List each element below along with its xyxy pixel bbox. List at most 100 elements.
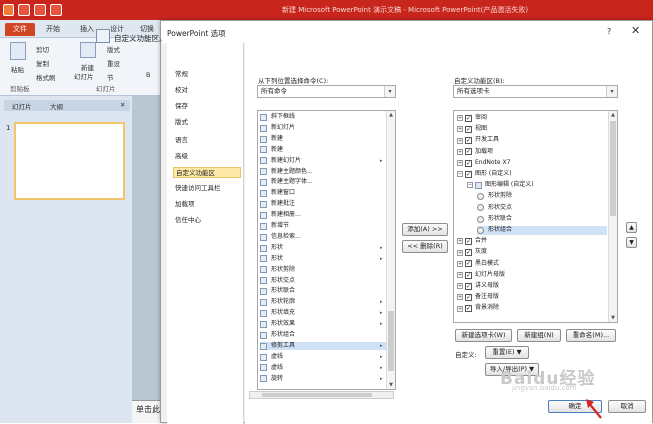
checkbox-icon[interactable]: ✓ xyxy=(465,293,472,301)
ribbon-tree-item[interactable]: − ✓ 图形 (自定义) xyxy=(457,170,607,179)
expand-toggle-icon[interactable]: + xyxy=(457,294,463,301)
command-list-item[interactable]: 形状轮廓 ▸ xyxy=(260,298,386,307)
section-button[interactable]: 节 xyxy=(107,72,114,82)
checkbox-icon[interactable]: ✓ xyxy=(465,249,472,257)
reset-dropdown-button[interactable]: 重置(E) ▼ xyxy=(485,346,529,359)
expand-toggle-icon[interactable]: + xyxy=(457,238,463,245)
command-list-item[interactable]: 形状填充 ▸ xyxy=(260,309,386,318)
scroll-down-icon[interactable]: ▼ xyxy=(387,381,395,389)
copy-button[interactable]: 复制 xyxy=(36,58,49,68)
ribbon-tree-item[interactable]: + ✓ 黑白模式 xyxy=(457,260,607,269)
nav-item[interactable]: 高级 xyxy=(173,151,241,162)
ribbon-tree-item[interactable]: + ✓ 背景消除 xyxy=(457,304,607,313)
checkbox-icon[interactable]: ✓ xyxy=(465,260,472,268)
hscroll-thumb[interactable] xyxy=(262,393,372,397)
checkbox-icon[interactable]: ✓ xyxy=(465,170,472,178)
expand-toggle-icon[interactable]: + xyxy=(457,115,463,122)
command-list-item[interactable]: 信息检索... xyxy=(260,233,386,242)
undo-icon[interactable] xyxy=(34,4,46,16)
nav-item[interactable]: 快速访问工具栏 xyxy=(173,183,241,194)
chevron-down-icon[interactable]: ▾ xyxy=(384,86,395,97)
new-tab-button[interactable]: 新建选项卡(W) xyxy=(455,329,512,342)
rename-button[interactable]: 重命名(M)... xyxy=(566,329,616,342)
tab-insert[interactable]: 插入 xyxy=(80,23,94,36)
command-list-item[interactable]: 修剪工具 ▸ xyxy=(260,341,386,351)
expand-toggle-icon[interactable]: + xyxy=(457,305,463,312)
ribbon-tree-item[interactable]: − 图形编辑 (自定义) xyxy=(467,181,607,190)
command-list-item[interactable]: 形状 ▸ xyxy=(260,255,386,264)
ribbon-tree-item[interactable]: + ✓ 讲义母版 xyxy=(457,282,607,291)
customize-ribbon-combo[interactable]: 所有选项卡 ▾ xyxy=(453,85,618,98)
ribbon-tree-item[interactable]: + ✓ 加载项 xyxy=(457,148,607,157)
command-list-item[interactable]: 新建主题颜色... xyxy=(260,168,386,177)
slide-thumbnail[interactable] xyxy=(14,122,125,200)
command-list-item[interactable]: 虚线 ▸ xyxy=(260,353,386,362)
command-list-item[interactable]: 新幻灯片 xyxy=(260,124,386,133)
ribbon-tree-item[interactable]: + ✓ 幻灯片母版 xyxy=(457,271,607,280)
cancel-button[interactable]: 取消 xyxy=(608,400,646,413)
tab-outline[interactable]: 大纲 xyxy=(50,101,63,111)
panel-close-icon[interactable]: ✕ xyxy=(120,101,125,109)
command-list-item[interactable]: 形状 ▸ xyxy=(260,244,386,253)
scroll-thumb[interactable] xyxy=(388,311,394,371)
ribbon-tree-item[interactable]: + ✓ 备注母版 xyxy=(457,293,607,302)
cut-button[interactable]: 剪切 xyxy=(36,44,49,54)
command-list-item[interactable]: 新建批注 xyxy=(260,200,386,209)
nav-item[interactable]: 加载项 xyxy=(173,199,241,210)
tree-scrollbar[interactable]: ▲ ▼ xyxy=(608,111,617,322)
ribbon-tree-item[interactable]: + ✓ 合并 xyxy=(457,237,607,246)
command-list-item[interactable]: 新建相册... xyxy=(260,211,386,220)
command-list-item[interactable]: 新增节 xyxy=(260,222,386,231)
checkbox-icon[interactable]: ✓ xyxy=(465,305,472,313)
command-list-item[interactable]: 形状效果 ▸ xyxy=(260,320,386,329)
checkbox-icon[interactable]: ✓ xyxy=(465,114,472,122)
add-button[interactable]: 添加(A) >> xyxy=(402,223,448,236)
command-list-item[interactable]: 形状交点 xyxy=(260,277,386,286)
command-list-item[interactable]: 斜下框线 xyxy=(260,113,386,122)
new-slide-label-2[interactable]: 幻灯片 xyxy=(74,71,94,81)
nav-item[interactable]: 语言 xyxy=(173,135,241,146)
scroll-up-icon[interactable]: ▲ xyxy=(609,111,617,119)
ribbon-tree-item[interactable]: + ✓ EndNote X7 xyxy=(457,159,607,168)
expand-toggle-icon[interactable]: − xyxy=(467,182,473,189)
expand-toggle-icon[interactable]: + xyxy=(457,137,463,144)
save-icon[interactable] xyxy=(18,4,30,16)
checkbox-icon[interactable]: ✓ xyxy=(465,237,472,245)
tab-home[interactable]: 开始 xyxy=(46,23,60,36)
command-list-item[interactable]: 形状组合 xyxy=(260,331,386,340)
tab-file[interactable]: 文件 xyxy=(5,23,35,36)
scroll-thumb[interactable] xyxy=(610,121,616,216)
expand-toggle-icon[interactable]: + xyxy=(457,260,463,267)
bold-button[interactable]: B xyxy=(146,71,150,79)
checkbox-icon[interactable]: ✓ xyxy=(465,271,472,279)
ribbon-tree-item[interactable]: 形状交点 xyxy=(477,204,607,213)
command-list-item[interactable]: 新建 xyxy=(260,146,386,155)
nav-item[interactable]: 自定义功能区 xyxy=(173,167,241,178)
expand-toggle-icon[interactable]: + xyxy=(457,148,463,155)
command-list-item[interactable]: 形状剪除 xyxy=(260,266,386,275)
expand-toggle-icon[interactable]: + xyxy=(457,160,463,167)
new-group-button[interactable]: 新建组(N) xyxy=(517,329,561,342)
expand-toggle-icon[interactable]: + xyxy=(457,126,463,133)
help-button[interactable]: ? xyxy=(607,27,611,36)
remove-button[interactable]: << 删除(R) xyxy=(402,240,448,253)
expand-toggle-icon[interactable]: − xyxy=(457,171,463,178)
redo-icon[interactable] xyxy=(50,4,62,16)
command-list-item[interactable]: 形状联合 xyxy=(260,287,386,296)
ribbon-tree[interactable]: ▲ ▼ + ✓ 审阅 + ✓ 视图 + ✓ 开发工具 + ✓ 加载项 + ✓ EndNote X7− ✓ 图形 … xyxy=(453,110,618,323)
tab-slides[interactable]: 幻灯片 xyxy=(12,101,32,111)
commands-hscrollbar[interactable] xyxy=(249,391,394,399)
new-slide-icon[interactable] xyxy=(80,42,96,58)
expand-toggle-icon[interactable]: + xyxy=(457,283,463,290)
ribbon-tree-item[interactable]: 形状剪除 xyxy=(477,192,607,201)
nav-item[interactable]: 校对 xyxy=(173,85,241,96)
scroll-down-icon[interactable]: ▼ xyxy=(609,314,617,322)
checkbox-icon[interactable]: ✓ xyxy=(465,137,472,145)
expand-toggle-icon[interactable]: + xyxy=(457,249,463,256)
notes-pane[interactable]: 单击此 xyxy=(132,400,160,423)
command-list-item[interactable]: 新建窗口 xyxy=(260,189,386,198)
close-button[interactable]: ✕ xyxy=(631,25,640,36)
paste-label[interactable]: 粘贴 xyxy=(11,64,24,74)
command-list-item[interactable]: 新建幻灯片 ▸ xyxy=(260,157,386,166)
nav-item[interactable]: 常规 xyxy=(173,69,241,80)
